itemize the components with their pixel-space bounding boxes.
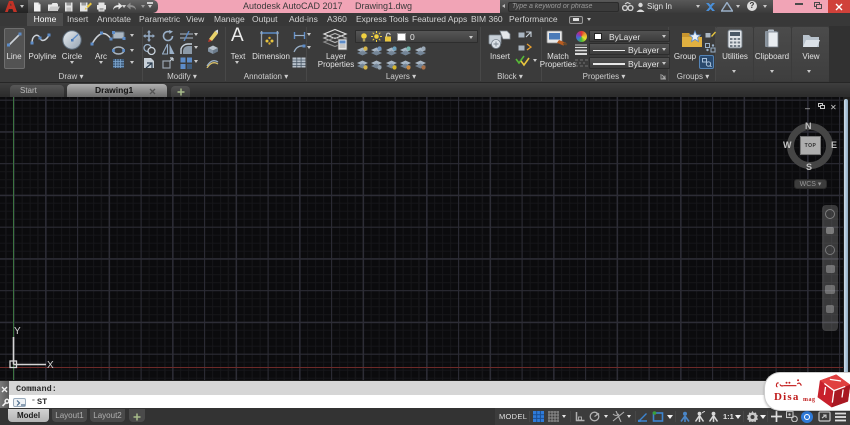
svg-text:Y: Y [14, 326, 21, 337]
svg-text:X: X [47, 360, 54, 371]
